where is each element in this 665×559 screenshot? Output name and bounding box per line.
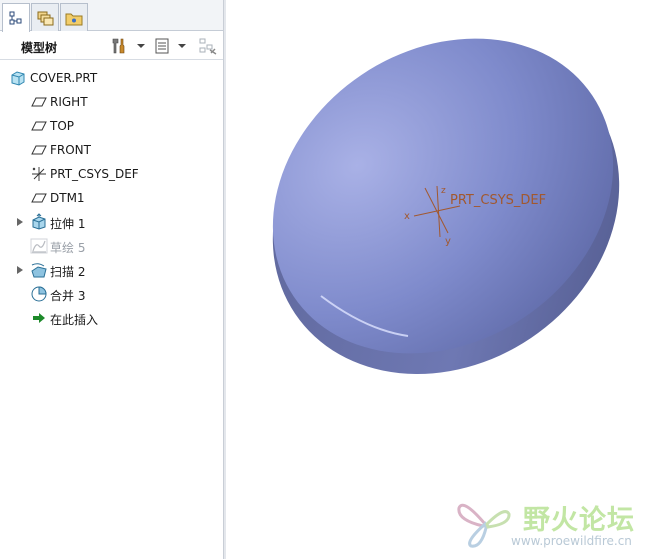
graphics-viewport[interactable]: PRT_CSYS_DEF x y z — [226, 0, 665, 559]
tree-item-label: TOP — [50, 119, 75, 133]
tools-dropdown-chevron-icon[interactable] — [136, 40, 146, 52]
datum-plane-icon — [30, 189, 48, 207]
merge-icon — [30, 285, 48, 303]
tree-filter-icon[interactable] — [198, 36, 218, 56]
model-tree-title: 模型树 — [21, 41, 58, 55]
csys-y-label: y — [445, 236, 451, 247]
columns-dropdown-chevron-icon[interactable] — [177, 40, 187, 52]
expand-triangle-icon[interactable] — [16, 265, 24, 275]
favorites-folder-icon — [65, 13, 83, 25]
cover-disc[interactable] — [226, 0, 665, 440]
navigator-tabstrip — [0, 0, 223, 32]
tree-item-sweep-2[interactable]: 扫描 2 — [0, 259, 223, 281]
expand-triangle-icon[interactable] — [16, 217, 24, 227]
coordinate-system-icon — [30, 165, 48, 183]
tree-item-label: 合并 3 — [50, 289, 86, 303]
layers-icon — [37, 11, 54, 25]
navigator-panel: 模型树 COVER.PRT RIGHT TOP FRONT PRT_CSYS_D… — [0, 0, 226, 559]
tree-item-label: 拉伸 1 — [50, 217, 86, 231]
tree-item-label: FRONT — [50, 143, 91, 157]
butterfly-logo-icon — [457, 503, 511, 548]
tab-model-tree[interactable] — [2, 3, 30, 32]
part-icon — [9, 69, 27, 87]
tree-item-label: PRT_CSYS_DEF — [50, 167, 139, 181]
watermark-name: 野火论坛 — [523, 505, 635, 536]
tree-columns-icon[interactable] — [152, 36, 172, 56]
tree-item-front[interactable]: FRONT — [0, 139, 223, 161]
tools-icon[interactable] — [108, 36, 128, 56]
tab-layers[interactable] — [31, 3, 59, 31]
tree-item-prt-csys-def[interactable]: PRT_CSYS_DEF — [0, 163, 223, 185]
csys-z-label: z — [441, 186, 446, 196]
tree-item-label: RIGHT — [50, 95, 88, 109]
tree-item-extrude-1[interactable]: 拉伸 1 — [0, 211, 223, 233]
datum-plane-icon — [30, 93, 48, 111]
tree-item-label: COVER.PRT — [30, 71, 98, 85]
tab-favorites[interactable] — [60, 3, 88, 31]
datum-plane-icon — [30, 141, 48, 159]
tree-item-label: 在此插入 — [50, 313, 99, 327]
extrude-icon — [30, 213, 48, 231]
insert-here-arrow-icon — [30, 309, 48, 327]
csys-x-label: x — [404, 211, 410, 222]
tree-item-merge-3[interactable]: 合并 3 — [0, 283, 223, 305]
watermark-url: www.proewildfire.cn — [511, 534, 632, 548]
tree-item-top[interactable]: TOP — [0, 115, 223, 137]
sweep-icon — [30, 261, 48, 279]
tree-item-label: 扫描 2 — [50, 265, 86, 279]
tree-item-label: DTM1 — [50, 191, 85, 205]
model-view: PRT_CSYS_DEF x y z — [226, 0, 665, 440]
datum-plane-icon — [30, 117, 48, 135]
tree-item-cover-prt[interactable]: COVER.PRT — [0, 67, 223, 89]
forum-watermark: 野火论坛 www.proewildfire.cn — [455, 494, 665, 556]
tree-item-sketch-5[interactable]: 草绘 5 — [0, 235, 223, 257]
tree-item-label: 草绘 5 — [50, 241, 86, 255]
navigator-toolbar: 模型树 — [0, 32, 223, 60]
sketch-icon — [30, 237, 48, 255]
tree-item-right[interactable]: RIGHT — [0, 91, 223, 113]
tree-item-insert-here[interactable]: 在此插入 — [0, 307, 223, 329]
model-tree-icon — [9, 11, 22, 25]
tree-item-dtm1[interactable]: DTM1 — [0, 187, 223, 209]
csys-label: PRT_CSYS_DEF — [450, 193, 546, 208]
